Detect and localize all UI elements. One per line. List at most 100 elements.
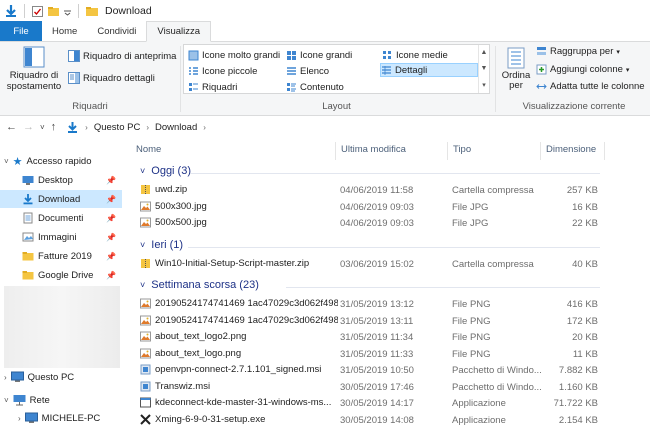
column-header-name[interactable]: Nome <box>136 144 161 155</box>
title-folder-icon <box>85 4 99 18</box>
ribbon-separator-2 <box>495 46 496 112</box>
column-separator[interactable] <box>540 142 541 160</box>
file-size: 40 KB <box>572 258 598 270</box>
pin-icon[interactable]: 📌 <box>106 233 116 242</box>
column-separator[interactable] <box>447 142 448 160</box>
table-row[interactable]: Xming-6-9-0-31-setup.exe 30/05/2019 14:08… <box>130 412 650 428</box>
up-arrow-icon[interactable]: ↑ <box>51 121 57 133</box>
properties-icon[interactable] <box>31 5 44 18</box>
tab-view[interactable]: Visualizza <box>146 21 212 42</box>
tab-share[interactable]: Condividi <box>87 21 146 41</box>
file-type: File JPG <box>452 218 489 229</box>
expand-chevron-icon[interactable]: ˅ <box>4 157 9 166</box>
group-header[interactable]: ˅ Settimana scorsa (23) <box>140 279 259 291</box>
pin-icon[interactable]: 📌 <box>106 252 116 261</box>
file-date: 30/05/2019 17:46 <box>340 381 414 393</box>
medium-icons-icon <box>383 50 391 59</box>
breadcrumb-download[interactable]: Download <box>155 122 197 133</box>
column-header-type[interactable]: Tipo <box>453 144 471 155</box>
table-row[interactable]: 20190524174741469 1ac47029c3d062f498b...… <box>130 313 650 329</box>
group-header[interactable]: ˅ Oggi (3) <box>140 165 191 177</box>
pin-icon[interactable]: 📌 <box>106 195 116 204</box>
collapse-chevron-icon[interactable]: ˅ <box>140 240 145 250</box>
sort-by-button[interactable]: Ordina per <box>500 46 532 91</box>
sidebar-network-child[interactable]: › MICHELE-PC <box>4 409 100 427</box>
breadcrumb-chevron-icon[interactable]: › <box>85 123 88 132</box>
layout-extra-large-icons[interactable]: Icone molto grandi <box>188 48 280 62</box>
sidebar-item-documents[interactable]: Documenti 📌 <box>0 209 122 227</box>
tab-home[interactable]: Home <box>42 21 87 41</box>
sidebar-network[interactable]: ˅ Rete <box>4 391 50 409</box>
table-row[interactable]: about_text_logo2.png 31/05/2019 11:34 File… <box>130 329 650 345</box>
table-row[interactable]: 500x300.jpg 04/06/2019 09:03 File JPG 16 KB <box>130 199 650 215</box>
new-folder-icon[interactable] <box>47 5 60 18</box>
column-separator[interactable] <box>604 142 605 160</box>
group-header[interactable]: ˅ Ieri (1) <box>140 239 183 251</box>
table-row[interactable]: Transwiz.msi 30/05/2019 17:46 Pacchetto di… <box>130 379 650 395</box>
layout-content[interactable]: Contenuto <box>286 80 344 94</box>
table-row[interactable]: about_text_logo.png 31/05/2019 11:33 File … <box>130 346 650 362</box>
table-row[interactable]: kdeconnect-kde-master-31-windows-ms... 30… <box>130 395 650 411</box>
sidebar-this-pc-label: Questo PC <box>27 371 75 383</box>
group-divider <box>286 287 600 288</box>
group-title: Settimana scorsa (23) <box>151 279 259 291</box>
table-row[interactable]: 20190524174741469 1ac47029c3d062f498b...… <box>130 296 650 312</box>
forward-arrow-icon[interactable]: → <box>23 121 34 133</box>
sidebar-item-google-drive[interactable]: Google Drive 📌 <box>0 266 122 284</box>
layout-medium-icons[interactable]: Icone medie <box>382 48 448 62</box>
details-pane-button[interactable]: Riquadro dettagli <box>68 72 155 84</box>
fit-columns-button[interactable]: Adatta tutte le colonne <box>536 81 645 92</box>
add-columns-button[interactable]: Aggiungi colonne ▾ <box>536 64 629 75</box>
table-row[interactable]: 500x500.jpg 04/06/2019 09:03 File JPG 22 KB <box>130 215 650 231</box>
column-header-size[interactable]: Dimensione <box>546 144 596 155</box>
ribbon-separator <box>180 46 181 112</box>
chevron-down-icon[interactable] <box>63 7 72 16</box>
navigation-pane-label: Riquadro di spostamento <box>6 70 62 92</box>
navigation-pane-button[interactable]: Riquadro di spostamento <box>6 46 62 92</box>
layout-large-icons[interactable]: Icone grandi <box>286 48 352 62</box>
layout-gallery-scroll[interactable]: ▲ ▼ ▾ <box>478 45 489 93</box>
sidebar-item-desktop[interactable]: Desktop 📌 <box>0 171 122 189</box>
layout-tiles[interactable]: Riquadri <box>188 80 237 94</box>
breadcrumb-chevron-icon[interactable]: › <box>203 123 206 132</box>
file-date: 31/05/2019 10:50 <box>340 365 414 376</box>
back-arrow-icon[interactable]: ← <box>6 121 17 133</box>
expand-chevron-icon[interactable]: ˅ <box>4 396 9 405</box>
sidebar-item-download[interactable]: Download 📌 <box>0 190 122 208</box>
pin-icon[interactable]: 📌 <box>106 214 116 223</box>
file-date: 31/05/2019 11:33 <box>340 348 414 360</box>
sidebar-quick-access[interactable]: ˅ ★ Accesso rapido <box>4 152 92 170</box>
layout-small-icons[interactable]: Icone piccole <box>188 64 257 78</box>
collapse-chevron-icon[interactable]: ˅ <box>140 280 145 290</box>
sidebar-this-pc[interactable]: › Questo PC <box>4 368 74 386</box>
tab-file[interactable]: File <box>0 21 42 41</box>
layout-label: Elenco <box>300 65 330 77</box>
scroll-down-icon[interactable]: ▼ <box>481 65 488 72</box>
expand-chevron-icon[interactable]: › <box>4 373 7 382</box>
column-header-modified[interactable]: Ultima modifica <box>341 144 406 155</box>
file-size: 20 KB <box>572 332 598 343</box>
blurred-region <box>4 286 120 368</box>
layout-details[interactable]: Dettagli <box>380 63 478 77</box>
table-row[interactable]: Win10-Initial-Setup-Script-master.zip 03/… <box>130 256 650 272</box>
group-by-button[interactable]: Raggruppa per ▾ <box>536 46 620 57</box>
pin-icon[interactable]: 📌 <box>106 271 116 280</box>
collapse-chevron-icon[interactable]: ˅ <box>140 166 145 176</box>
app-arrow-icon[interactable] <box>4 4 18 18</box>
breadcrumb-chevron-icon[interactable]: › <box>146 123 149 132</box>
pin-icon[interactable]: 📌 <box>106 176 116 185</box>
sidebar-item-pictures[interactable]: Immagini 📌 <box>0 228 122 246</box>
table-row[interactable]: uwd.zip 04/06/2019 11:58 Cartella compress… <box>130 182 650 198</box>
layout-list[interactable]: Elenco <box>286 64 329 78</box>
column-separator[interactable] <box>335 142 336 160</box>
scroll-up-icon[interactable]: ▲ <box>481 49 488 56</box>
layout-label: Dettagli <box>395 64 428 76</box>
expand-gallery-icon[interactable]: ▾ <box>482 81 486 89</box>
preview-pane-button[interactable]: Riquadro di anteprima <box>68 50 176 62</box>
expand-chevron-icon[interactable]: › <box>18 414 21 423</box>
breadcrumb-this-pc[interactable]: Questo PC <box>94 122 140 133</box>
recent-dropdown-icon[interactable]: ˅ <box>40 123 45 132</box>
sidebar-item-fatture-2019[interactable]: Fatture 2019 📌 <box>0 247 122 265</box>
table-row[interactable]: openvpn-connect-2.7.1.101_signed.msi 31/0… <box>130 362 650 378</box>
file-date: 03/06/2019 15:02 <box>340 258 414 270</box>
